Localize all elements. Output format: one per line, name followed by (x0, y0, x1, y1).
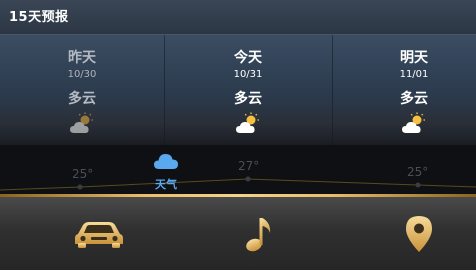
forecast-day-today[interactable]: 今天 10/31 多云 (164, 35, 333, 145)
temperature-point (245, 176, 251, 182)
date-label: 11/01 (399, 69, 429, 80)
weather-tab-button[interactable]: 天气 (146, 147, 186, 191)
temperature-point (77, 184, 83, 190)
cloud-icon (154, 154, 178, 169)
weather-tab-label: 天气 (155, 178, 177, 191)
car-button[interactable] (20, 197, 178, 270)
day-label: 今天 (234, 50, 262, 66)
date-label: 10/30 (67, 69, 97, 80)
car-icon (75, 221, 123, 248)
forecast-day-yesterday[interactable]: 昨天 10/30 多云 (0, 35, 165, 145)
temperature-today: 27° (238, 159, 260, 173)
temperature-tomorrow: 25° (407, 165, 429, 179)
condition-label: 多云 (234, 91, 262, 107)
title-bar: 15天预报 (0, 0, 476, 35)
date-label: 10/31 (233, 69, 263, 80)
temperature-strip: 25° 27° 25° 天气 (0, 145, 476, 194)
forecast-day-tomorrow[interactable]: 明天 11/01 多云 (332, 35, 476, 145)
partly-cloudy-icon (402, 112, 425, 133)
temperature-point (415, 182, 421, 188)
partly-cloudy-icon (236, 112, 259, 133)
page-title: 15天预报 (9, 10, 69, 25)
navigation-button[interactable] (340, 197, 476, 270)
bottom-dock (0, 197, 476, 270)
condition-label: 多云 (68, 91, 96, 107)
music-button[interactable] (180, 197, 338, 270)
music-note-icon (246, 217, 271, 251)
day-label: 明天 (400, 50, 428, 66)
temperature-yesterday: 25° (72, 167, 94, 181)
partly-cloudy-icon (70, 112, 93, 133)
location-pin-icon (406, 215, 432, 252)
forecast-panel: 昨天 10/30 多云 今天 10/31 多云 明天 11/01 多云 (0, 35, 476, 145)
day-label: 昨天 (68, 50, 96, 66)
condition-label: 多云 (400, 91, 428, 107)
